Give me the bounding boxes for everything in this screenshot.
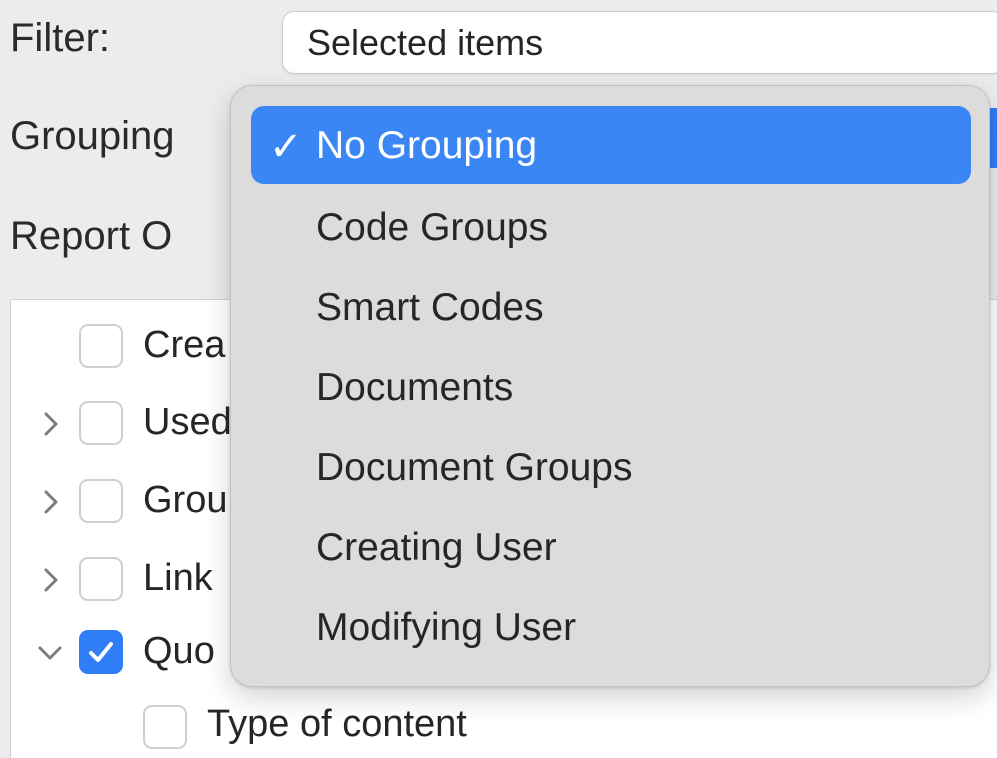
menu-item-label: Creating User (316, 526, 557, 569)
chevron-right-icon[interactable] (41, 487, 61, 517)
menu-item-label: Smart Codes (316, 286, 544, 329)
list-item[interactable]: Type of content (11, 701, 997, 753)
option-label: Type of content (207, 703, 467, 745)
option-label: Crea (143, 324, 226, 366)
menu-item-documents[interactable]: Documents (251, 348, 971, 426)
option-checkbox[interactable] (79, 324, 123, 368)
menu-item-label: Documents (316, 366, 514, 409)
chevron-right-icon[interactable] (41, 409, 61, 439)
menu-item-no-grouping[interactable]: ✓ No Grouping (251, 106, 971, 184)
menu-item-label: No Grouping (316, 124, 538, 167)
option-label: Quo (143, 630, 215, 672)
grouping-label: Grouping (10, 114, 175, 158)
menu-item-creating-user[interactable]: Creating User (251, 508, 971, 586)
filter-selected-value: Selected items (307, 22, 544, 63)
option-checkbox[interactable] (79, 557, 123, 601)
filter-label: Filter: (10, 16, 110, 60)
option-checkbox[interactable] (79, 401, 123, 445)
option-label: Grou (143, 479, 228, 521)
option-label: Used (143, 401, 232, 443)
option-checkbox[interactable] (79, 479, 123, 523)
option-checkbox-checked[interactable] (79, 630, 123, 674)
chevron-down-icon[interactable] (35, 642, 65, 664)
menu-item-label: Code Groups (316, 206, 548, 249)
menu-item-code-groups[interactable]: Code Groups (251, 188, 971, 266)
menu-item-label: Modifying User (316, 606, 577, 649)
checkmark-icon (89, 642, 113, 662)
menu-item-smart-codes[interactable]: Smart Codes (251, 268, 971, 346)
grouping-dropdown-menu: ✓ No Grouping Code Groups Smart Codes Do… (230, 85, 990, 687)
chevron-right-icon[interactable] (41, 565, 61, 595)
report-options-window: Filter: Selected items Grouping Report O… (0, 0, 997, 758)
report-options-label: Report O (10, 214, 173, 258)
option-checkbox[interactable] (143, 705, 187, 749)
menu-item-document-groups[interactable]: Document Groups (251, 428, 971, 506)
checkmark-icon: ✓ (269, 125, 303, 169)
option-label: Link (143, 557, 213, 599)
filter-popup-button[interactable]: Selected items (282, 11, 997, 74)
menu-item-label: Document Groups (316, 446, 633, 489)
menu-item-modifying-user[interactable]: Modifying User (251, 588, 971, 666)
